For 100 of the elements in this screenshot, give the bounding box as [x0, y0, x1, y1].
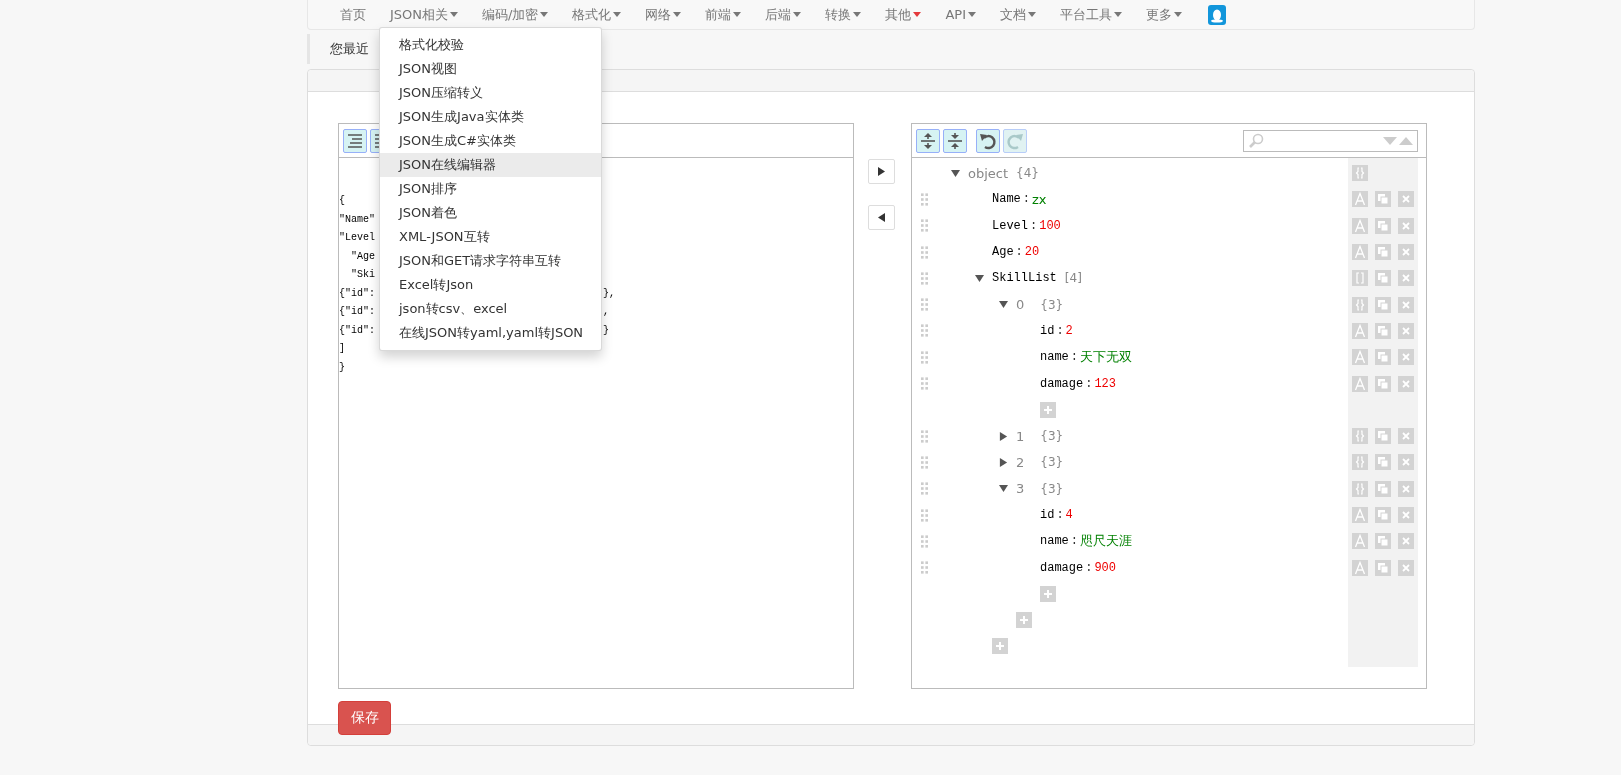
text-type-icon[interactable] [1352, 507, 1368, 523]
braces-icon[interactable] [1352, 165, 1368, 182]
field-name[interactable]: name [1040, 350, 1069, 365]
text-type-icon[interactable] [1352, 191, 1368, 208]
duplicate-icon[interactable] [1375, 507, 1391, 523]
text-type-icon[interactable] [1352, 533, 1368, 550]
field-value[interactable]: 900 [1094, 560, 1117, 575]
drag-handle-icon[interactable] [920, 245, 928, 259]
remove-icon[interactable] [1398, 349, 1414, 366]
field-name[interactable]: damage [1040, 376, 1084, 391]
save-button[interactable]: 保存 [338, 701, 391, 735]
next-arrow-icon[interactable] [1383, 136, 1397, 145]
menu-item[interactable]: Excel转Json [380, 273, 601, 297]
field-name[interactable]: damage [1040, 560, 1084, 575]
braces-icon[interactable] [1352, 454, 1368, 471]
format-button[interactable] [343, 128, 367, 153]
collapse-triangle-icon[interactable] [999, 300, 1008, 310]
field-name[interactable]: Age [992, 245, 1014, 260]
append-icon[interactable] [1040, 585, 1056, 602]
field-name[interactable]: name [1040, 534, 1069, 549]
nav-item[interactable]: 更多 [1134, 5, 1194, 24]
nav-item[interactable]: 前端 [693, 5, 754, 24]
text-type-icon[interactable] [1352, 244, 1368, 261]
collapse-triangle-icon[interactable] [999, 484, 1008, 494]
collapse-triangle-icon[interactable] [975, 273, 984, 283]
nav-item[interactable]: 平台工具 [1048, 5, 1134, 24]
menu-item[interactable]: JSON在线编辑器 [380, 153, 601, 177]
field-value[interactable]: zx [1032, 191, 1047, 207]
drag-handle-icon[interactable] [920, 377, 928, 390]
field-name[interactable]: id [1040, 508, 1055, 522]
menu-item[interactable]: json转csv、excel [380, 297, 601, 321]
nav-item[interactable]: 格式化 [560, 5, 634, 24]
menu-item[interactable]: JSON视图 [380, 57, 601, 81]
search-field[interactable] [1243, 129, 1418, 152]
remove-icon[interactable] [1398, 191, 1414, 208]
drag-handle-icon[interactable] [920, 219, 928, 233]
append-icon[interactable] [1040, 401, 1056, 418]
nav-item[interactable]: API [933, 7, 988, 22]
previous-arrow-icon[interactable] [1399, 136, 1413, 145]
duplicate-icon[interactable] [1375, 244, 1391, 261]
drag-handle-icon[interactable] [920, 534, 928, 548]
collapse-all-button[interactable] [943, 128, 967, 153]
menu-item[interactable]: JSON生成Java实体类 [380, 105, 601, 129]
menu-item[interactable]: 格式化校验 [380, 33, 601, 57]
menu-item[interactable]: JSON着色 [380, 201, 601, 225]
menu-item[interactable]: JSON和GET请求字符串互转 [380, 249, 601, 273]
field-name[interactable]: id [1040, 323, 1055, 338]
remove-icon[interactable] [1398, 428, 1414, 445]
menu-item[interactable]: JSON排序 [380, 177, 601, 201]
undo-button[interactable] [976, 128, 1000, 153]
append-icon[interactable] [1016, 612, 1032, 629]
field-name[interactable]: Name [992, 192, 1021, 207]
field-name[interactable]: SkillList [992, 271, 1057, 286]
duplicate-icon[interactable] [1375, 191, 1391, 208]
field-value[interactable]: 天下无双 [1080, 348, 1132, 367]
remove-icon[interactable] [1398, 533, 1414, 550]
menu-item[interactable]: XML-JSON互转 [380, 225, 601, 249]
drag-handle-icon[interactable] [920, 429, 928, 443]
text-type-icon[interactable] [1352, 349, 1368, 366]
expand-triangle-icon[interactable] [999, 457, 1008, 467]
append-icon[interactable] [992, 638, 1008, 655]
collapse-triangle-icon[interactable] [951, 168, 960, 178]
expand-all-button[interactable] [916, 128, 940, 153]
menu-item[interactable]: 在线JSON转yaml,yaml转JSON [380, 321, 601, 345]
field-value[interactable]: 100 [1039, 218, 1061, 233]
duplicate-icon[interactable] [1375, 533, 1391, 550]
field-value[interactable]: 123 [1094, 376, 1117, 391]
nav-item[interactable]: JSON相关 [378, 5, 471, 24]
menu-item[interactable]: JSON生成C#实体类 [380, 129, 601, 153]
expand-triangle-icon[interactable] [999, 431, 1008, 441]
duplicate-icon[interactable] [1375, 454, 1391, 471]
menu-item[interactable]: JSON压缩转义 [380, 81, 601, 105]
remove-icon[interactable] [1398, 244, 1414, 261]
remove-icon[interactable] [1398, 270, 1414, 287]
drag-handle-icon[interactable] [920, 455, 928, 469]
braces-icon[interactable] [1352, 428, 1368, 445]
drag-handle-icon[interactable] [920, 192, 928, 206]
drag-handle-icon[interactable] [920, 324, 928, 338]
drag-handle-icon[interactable] [920, 508, 928, 522]
drag-handle-icon[interactable] [920, 271, 928, 285]
drag-handle-icon[interactable] [920, 350, 928, 364]
drag-handle-icon[interactable] [920, 561, 928, 575]
duplicate-icon[interactable] [1375, 349, 1391, 366]
nav-item[interactable]: 后端 [753, 5, 814, 24]
remove-icon[interactable] [1398, 507, 1414, 523]
remove-icon[interactable] [1398, 454, 1414, 471]
penguin-icon[interactable] [1208, 4, 1226, 25]
copy-left-button[interactable] [868, 205, 895, 230]
duplicate-icon[interactable] [1375, 270, 1391, 287]
nav-item[interactable]: 网络 [633, 5, 694, 24]
drag-handle-icon[interactable] [920, 482, 928, 496]
brackets-icon[interactable] [1352, 270, 1368, 287]
nav-item[interactable]: 编码/加密 [470, 5, 561, 24]
field-value[interactable]: 咫尺天涯 [1080, 532, 1132, 551]
nav-item[interactable]: 首页 [328, 5, 378, 24]
field-value[interactable]: 20 [1024, 245, 1040, 260]
nav-item[interactable]: 转换 [813, 5, 874, 24]
drag-handle-icon[interactable] [920, 298, 928, 312]
field-value[interactable]: 4 [1065, 508, 1073, 522]
nav-item[interactable]: 其他 [873, 5, 934, 24]
